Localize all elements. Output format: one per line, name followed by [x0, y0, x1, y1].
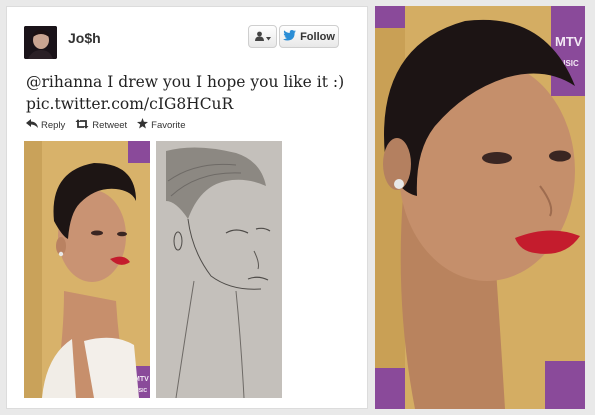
tweet-text-line: @rihanna I drew you I hope you like it :… [26, 73, 345, 91]
celebrity-photo: MTV MUSIC [24, 141, 150, 398]
favorite-action[interactable]: Favorite [137, 118, 185, 132]
follow-label: Follow [300, 30, 335, 43]
retweet-icon [75, 118, 89, 132]
favorite-label: Favorite [151, 119, 186, 131]
pencil-sketch-photo [156, 141, 282, 398]
chevron-down-icon [265, 28, 271, 46]
retweet-label: Retweet [92, 119, 128, 131]
distorted-photo: MTV MUSIC [375, 6, 585, 409]
tweet-actions: Reply Retweet Favorite [26, 118, 185, 132]
user-icon [254, 28, 264, 46]
retweet-action[interactable]: Retweet [75, 118, 128, 132]
reply-action[interactable]: Reply [26, 119, 65, 131]
follow-button[interactable]: Follow [279, 25, 339, 48]
user-actions-dropdown[interactable] [248, 25, 277, 48]
star-icon [137, 118, 149, 132]
reply-icon [26, 119, 38, 131]
reply-label: Reply [41, 119, 66, 131]
twitter-bird-icon [283, 29, 297, 44]
avatar[interactable] [24, 26, 57, 59]
tweet-link[interactable]: pic.twitter.com/cIG8HCuR [26, 93, 356, 115]
tweet-text: @rihanna I drew you I hope you like it :… [26, 71, 356, 115]
mtv-label: MTV [555, 34, 583, 49]
display-name[interactable]: Jo$h [68, 30, 101, 46]
